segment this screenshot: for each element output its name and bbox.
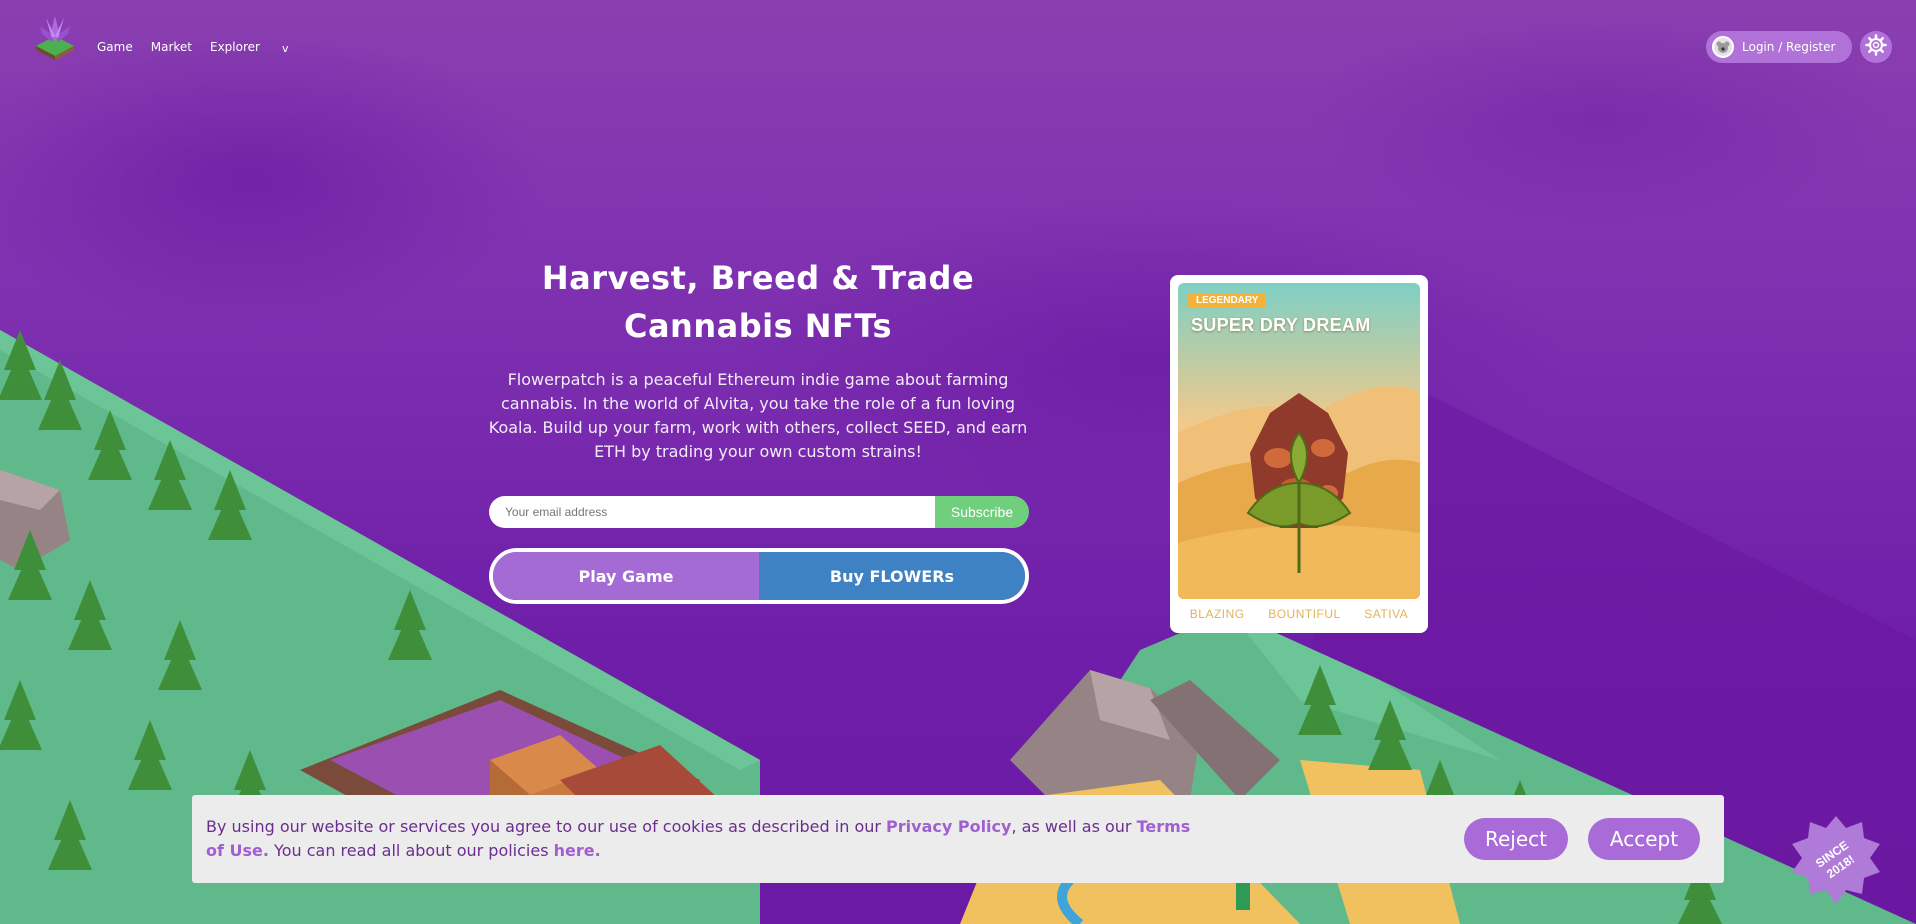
nav-link-explorer[interactable]: Explorer	[210, 40, 260, 54]
cta-buttons: Play Game Buy FLOWERs	[489, 548, 1029, 604]
cookie-text-part: , as well as our	[1011, 817, 1137, 836]
play-game-button[interactable]: Play Game	[493, 552, 759, 600]
buy-flowers-button[interactable]: Buy FLOWERs	[759, 552, 1025, 600]
accept-cookies-button[interactable]: Accept	[1588, 818, 1700, 860]
trait-label: BLAZING	[1189, 607, 1245, 621]
cookie-text-part: By using our website or services you agr…	[206, 817, 887, 836]
newsletter-form: Subscribe	[489, 496, 1029, 528]
koala-avatar-icon	[1712, 36, 1734, 58]
hero-description: Flowerpatch is a peaceful Ethereum indie…	[488, 370, 1028, 461]
card-traits: BLAZING BOUNTIFUL SATIVA	[1178, 607, 1420, 621]
cookie-banner: By using our website or services you agr…	[192, 795, 1724, 883]
reject-cookies-button[interactable]: Reject	[1464, 818, 1568, 860]
privacy-policy-link[interactable]: Privacy Policy	[886, 817, 1011, 836]
login-register-label: Login / Register	[1742, 40, 1836, 54]
trait-label: BOUNTIFUL	[1268, 607, 1341, 621]
subscribe-button[interactable]: Subscribe	[935, 496, 1029, 528]
nav-dropdown-caret[interactable]: v	[282, 42, 289, 55]
trait-label: SATIVA	[1364, 607, 1409, 621]
flower-nft-card[interactable]: LEGENDARY SUPER DRY DREAM BLAZING BOUNTI…	[1170, 275, 1428, 633]
login-register-button[interactable]: Login / Register	[1706, 31, 1852, 63]
rarity-badge: LEGENDARY	[1188, 293, 1267, 308]
email-input[interactable]	[489, 496, 935, 528]
settings-button[interactable]	[1860, 31, 1892, 63]
gear-icon	[1865, 34, 1887, 60]
top-navbar: Game Market Explorer v Login / Register	[0, 0, 1916, 90]
hero-section: Harvest, Breed & Trade Cannabis NFTs Flo…	[480, 254, 1036, 464]
policies-here-link[interactable]: here.	[554, 841, 601, 860]
nav-link-game[interactable]: Game	[97, 40, 133, 54]
strain-name: SUPER DRY DREAM	[1191, 315, 1371, 335]
hero-title-line-1: Harvest, Breed & Trade	[541, 259, 975, 297]
cookie-text-part: You can read all about our policies	[268, 841, 554, 860]
since-2018-badge: SINCE 2018!	[1790, 814, 1882, 906]
card-artwork: LEGENDARY SUPER DRY DREAM	[1178, 283, 1420, 599]
nav-link-market[interactable]: Market	[151, 40, 192, 54]
nav-links: Game Market Explorer v	[97, 38, 289, 56]
hero-title: Harvest, Breed & Trade Cannabis NFTs	[480, 254, 1036, 350]
cookie-actions: Reject Accept	[1464, 818, 1700, 860]
flowerpatch-logo[interactable]	[32, 14, 78, 60]
cookie-message: By using our website or services you agr…	[206, 815, 1196, 863]
hero-title-line-2: Cannabis NFTs	[623, 307, 893, 345]
